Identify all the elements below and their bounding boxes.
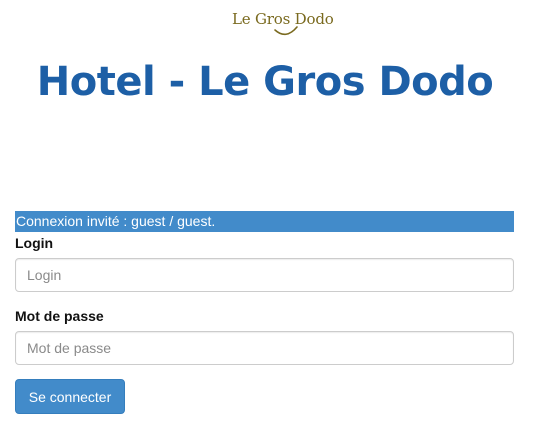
password-input[interactable] [15, 331, 514, 365]
page-title: Hotel - Le Gros Dodo [36, 59, 494, 105]
password-label: Mot de passe [15, 308, 104, 324]
login-button[interactable]: Se connecter [15, 379, 125, 414]
login-label: Login [15, 235, 54, 251]
login-input[interactable] [15, 258, 514, 292]
guest-login-hint: Connexion invité : guest / guest. [15, 211, 514, 232]
hotel-logo: Le Gros Dodo [229, 8, 334, 38]
logo-swoosh-icon [274, 26, 298, 36]
